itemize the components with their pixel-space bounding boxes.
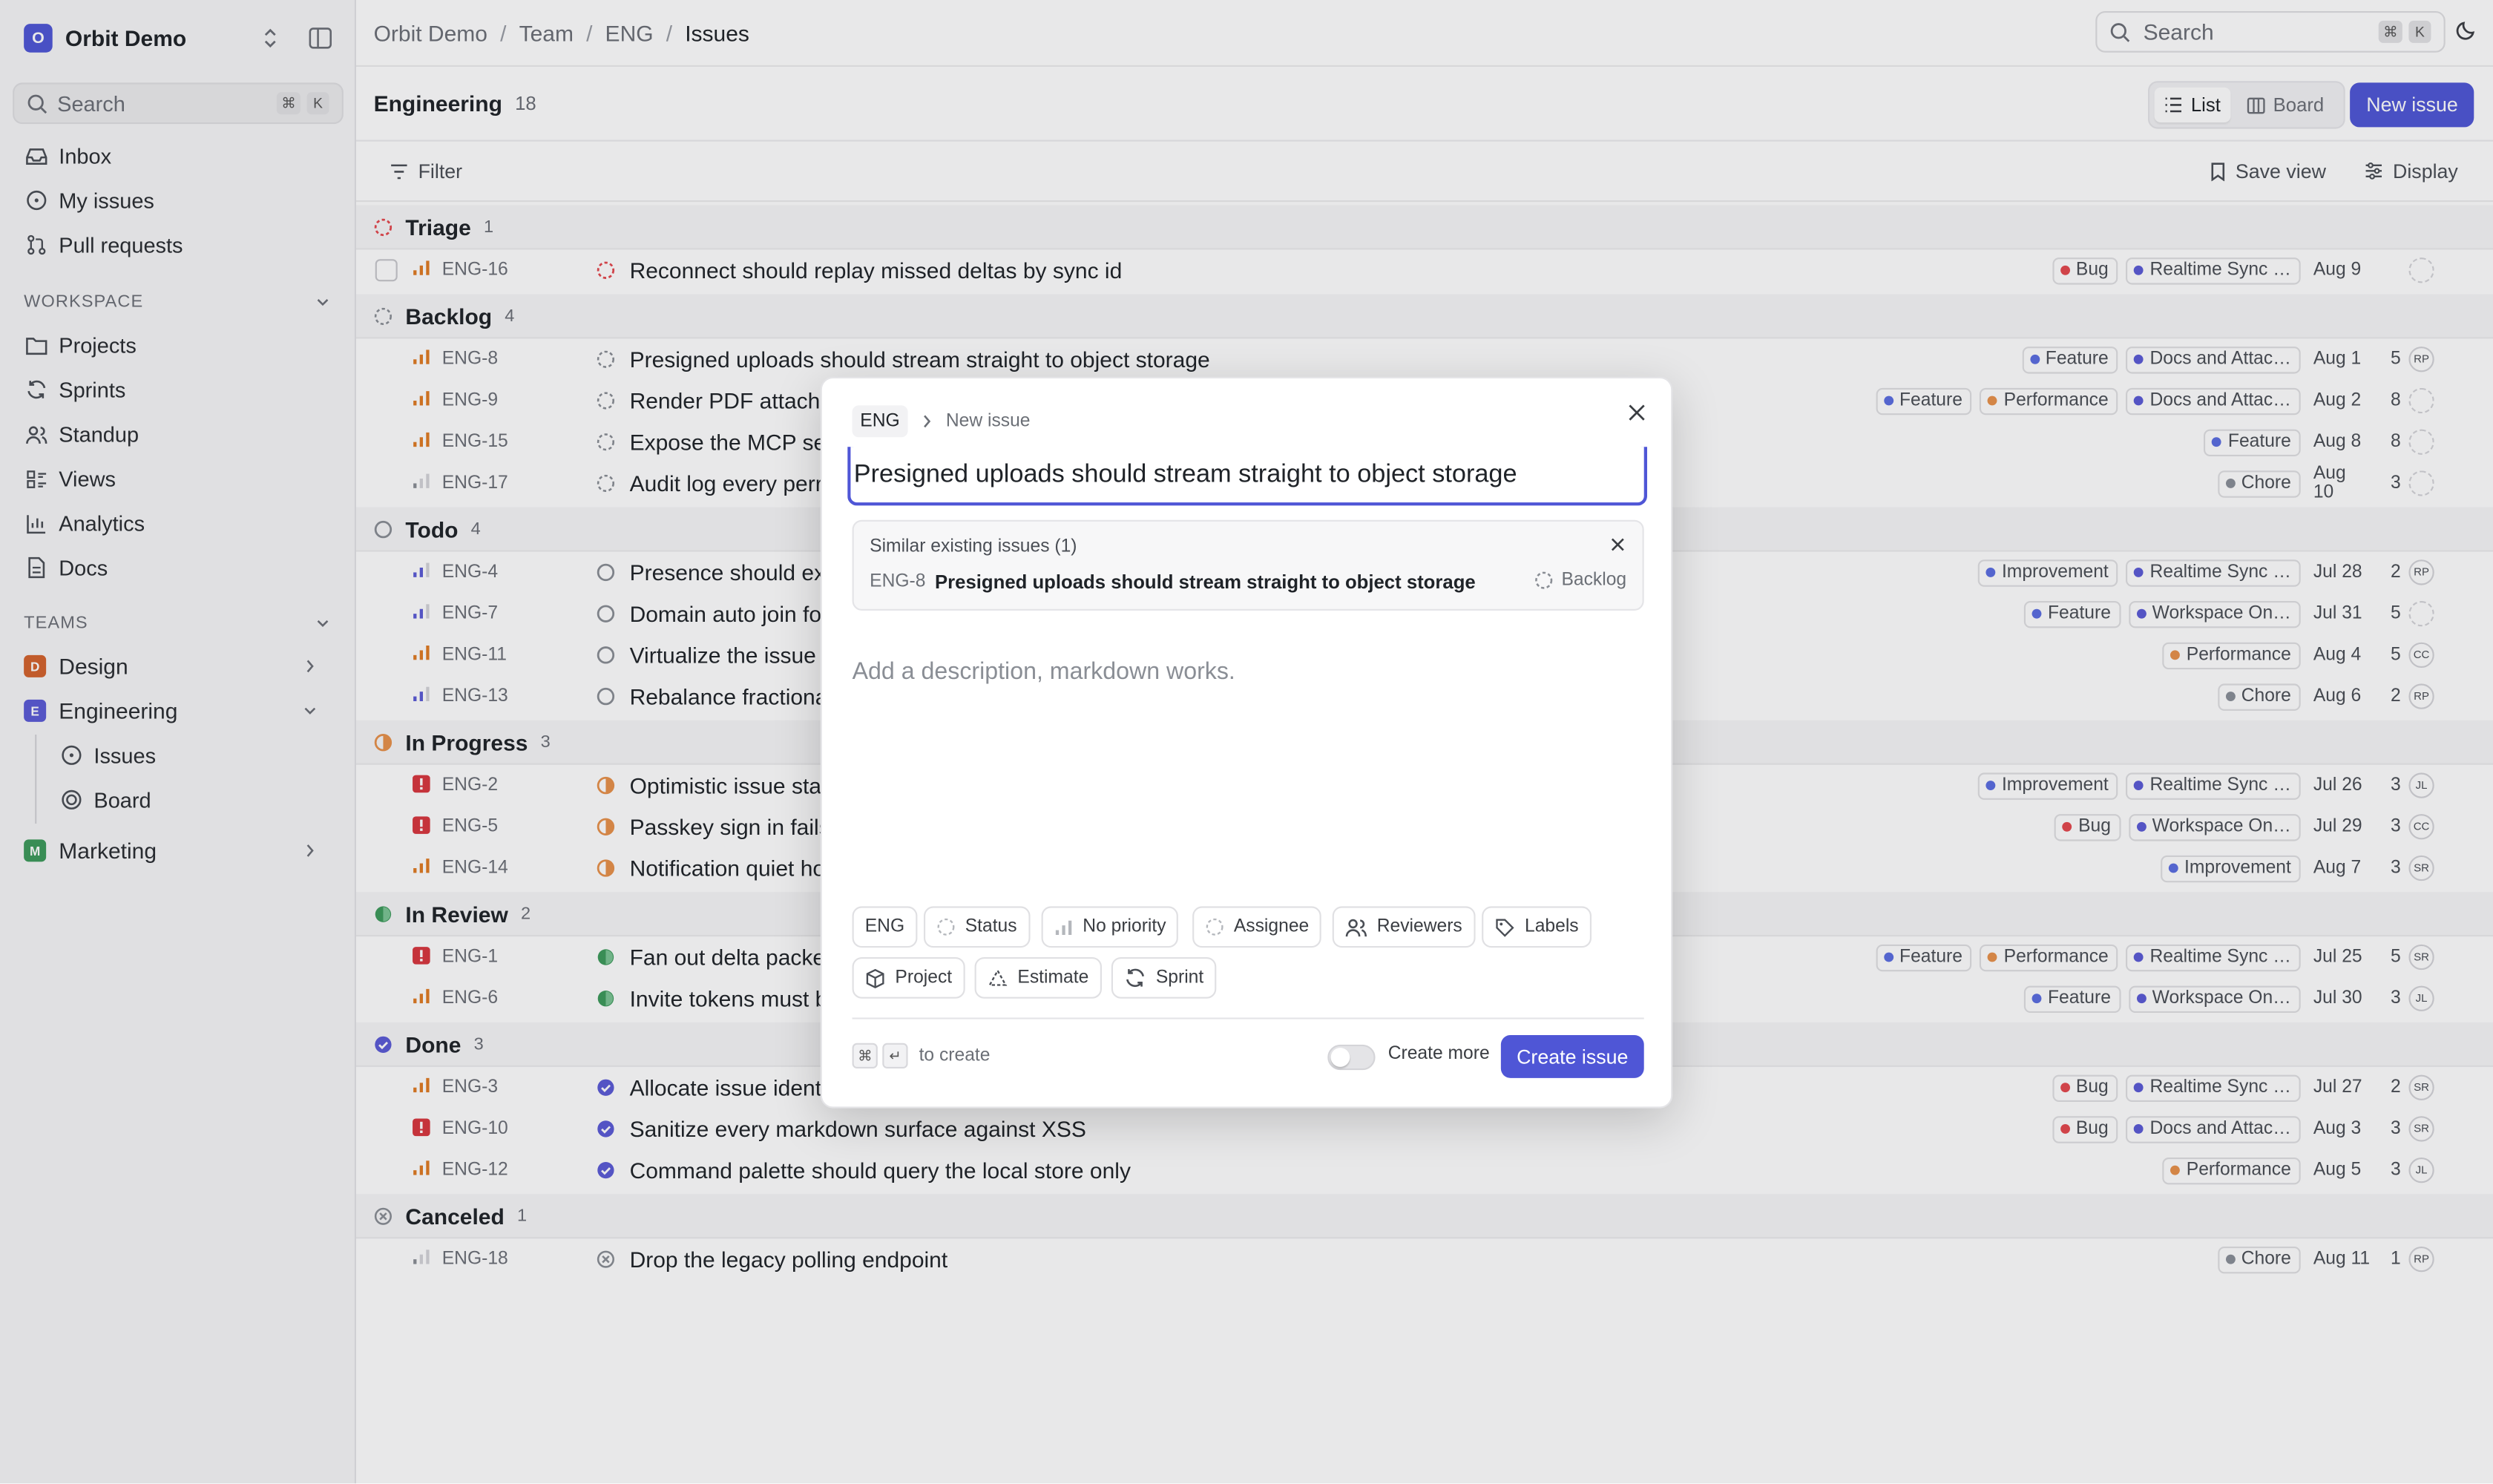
chip-assignee[interactable]: Assignee: [1192, 906, 1322, 948]
chip-label: ENG: [864, 917, 905, 937]
chevron-right-icon: [921, 413, 933, 429]
modal-team-pill[interactable]: ENG: [852, 405, 908, 438]
close-icon[interactable]: [1628, 404, 1646, 421]
similar-issues-heading: Similar existing issues (1): [870, 537, 1077, 556]
backlog-status-icon: [1534, 571, 1554, 590]
hint-text: to create: [919, 1046, 991, 1066]
triangle-icon: [988, 968, 1008, 988]
chip-label: Project: [895, 968, 953, 988]
modal-crumb-label: New issue: [945, 412, 1031, 431]
chip-estimate[interactable]: Estimate: [974, 957, 1102, 999]
cube-icon: [865, 968, 886, 988]
chip-no-priority[interactable]: No priority: [1041, 906, 1179, 948]
chip-label: Reviewers: [1376, 917, 1462, 937]
description-input[interactable]: Add a description, markdown works.: [853, 658, 1235, 685]
create-issue-button[interactable]: Create issue: [1500, 1035, 1644, 1078]
chip-project[interactable]: Project: [852, 957, 965, 999]
chip-label: No priority: [1083, 917, 1166, 937]
app-root: O Orbit Demo Search ⌘ K Inbox My issues Pu…: [0, 0, 2493, 1484]
similar-issue-status: Backlog: [1534, 571, 1626, 590]
chip-sprint[interactable]: Sprint: [1111, 957, 1217, 999]
priority-bars-icon: [1054, 919, 1074, 936]
chip-label: Status: [965, 917, 1017, 937]
chip-reviewers[interactable]: Reviewers: [1332, 906, 1475, 948]
issue-title-input[interactable]: Presigned uploads should stream straight…: [847, 447, 1647, 506]
chip-label: Labels: [1525, 917, 1579, 937]
similar-status-label: Backlog: [1561, 571, 1627, 590]
chip-labels[interactable]: Labels: [1482, 906, 1592, 948]
chip-label: Sprint: [1155, 968, 1204, 988]
chip-label: Assignee: [1233, 917, 1310, 937]
keyboard-hint: ⌘ ↵ to create: [852, 1043, 991, 1068]
chip-eng[interactable]: ENG: [852, 906, 918, 948]
tag-icon: [1494, 916, 1515, 937]
modal-divider: [852, 1017, 1644, 1020]
status-circle-icon: [936, 917, 956, 936]
dismiss-icon[interactable]: [1611, 537, 1625, 551]
new-issue-modal: ENG New issue Presigned uploads should s…: [820, 376, 1673, 1109]
chip-status[interactable]: Status: [924, 906, 1030, 948]
similar-issue-id[interactable]: ENG-8: [870, 572, 925, 591]
people-icon: [1345, 916, 1367, 937]
assignee-circle-icon: [1205, 917, 1224, 936]
similar-issues-panel: Similar existing issues (1) ENG-8 Presig…: [852, 519, 1644, 611]
modal-breadcrumb: ENG New issue: [852, 405, 1031, 438]
create-more-label: Create more: [1387, 1044, 1490, 1064]
similar-issue-title[interactable]: Presigned uploads should stream straight…: [935, 571, 1476, 593]
refresh-icon: [1124, 967, 1146, 989]
create-more-toggle[interactable]: [1327, 1044, 1376, 1071]
chip-label: Estimate: [1017, 968, 1089, 988]
kbd-cmd: ⌘: [852, 1043, 878, 1068]
kbd-enter: ↵: [882, 1043, 908, 1068]
